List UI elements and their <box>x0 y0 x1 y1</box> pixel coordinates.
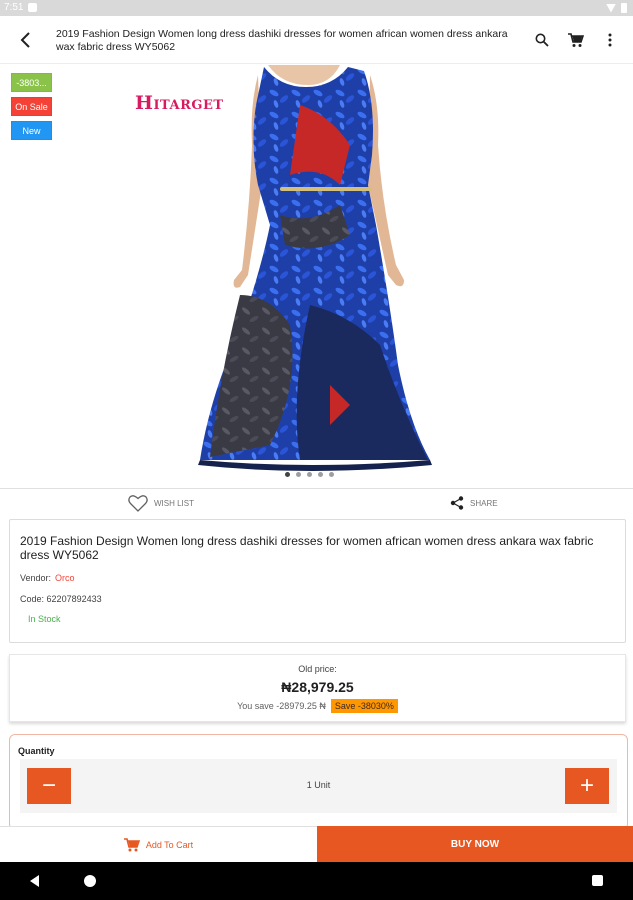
discount-badge: -3803... <box>11 73 52 92</box>
notification-icon <box>28 3 37 12</box>
new-badge: New <box>11 121 52 140</box>
add-to-cart-button[interactable]: Add To Cart <box>0 826 317 862</box>
product-actions: WISH LIST SHARE <box>0 488 633 520</box>
increase-quantity-button[interactable]: + <box>565 768 609 804</box>
pager-dot[interactable] <box>307 472 312 477</box>
code-value: 62207892433 <box>46 594 102 604</box>
code-label: Code: <box>20 594 45 604</box>
you-save-text: You save -28979.25 ₦ <box>237 701 326 711</box>
status-time: 7:51 <box>4 2 24 13</box>
stock-status: In Stock <box>28 614 61 624</box>
old-price-label: Old price: <box>298 664 337 674</box>
system-nav-bar <box>0 862 633 900</box>
pager-dot[interactable] <box>329 472 334 477</box>
system-icons <box>606 3 627 13</box>
savings-line: You save -28979.25 ₦ Save -38030% <box>10 699 625 713</box>
share-icon <box>450 496 464 510</box>
on-sale-badge: On Sale <box>11 97 52 116</box>
share-button[interactable]: SHARE <box>450 496 498 510</box>
current-price: ₦28,979.25 <box>281 679 354 695</box>
code-line: Code: 62207892433 <box>20 594 102 604</box>
page-title: 2019 Fashion Design Women long dress das… <box>56 28 508 53</box>
search-button[interactable] <box>530 28 554 52</box>
product-image-carousel[interactable]: -3803... On Sale New Hitarget <box>0 65 633 485</box>
image-pager[interactable] <box>285 472 334 477</box>
nav-home-icon[interactable] <box>84 875 96 887</box>
quantity-value: 1 Unit <box>306 780 331 790</box>
wifi-icon <box>606 3 616 13</box>
share-label: SHARE <box>470 498 498 508</box>
cart-icon <box>123 837 140 851</box>
status-bar: 7:51 <box>0 0 633 16</box>
vendor-label: Vendor: <box>20 573 52 583</box>
pager-dot[interactable] <box>318 472 323 477</box>
plus-icon: + <box>579 772 594 799</box>
pager-dot[interactable] <box>296 472 301 477</box>
cart-button[interactable] <box>564 28 588 52</box>
quantity-stepper: − 1 Unit + <box>20 759 617 813</box>
nav-recents-icon[interactable] <box>592 875 603 886</box>
back-button[interactable] <box>12 26 40 54</box>
back-arrow-icon <box>20 32 30 48</box>
nav-back-icon[interactable] <box>30 875 39 887</box>
price-card: Old price: ₦28,979.25 You save -28979.25… <box>9 654 626 722</box>
more-vert-icon <box>608 33 612 47</box>
quantity-label: Quantity <box>18 746 55 756</box>
product-photo <box>198 65 432 471</box>
cart-icon <box>568 32 584 47</box>
pager-dot[interactable] <box>285 472 290 477</box>
wish-list-label: WISH LIST <box>154 498 195 508</box>
app-bar: 2019 Fashion Design Women long dress das… <box>0 16 633 64</box>
product-info-card: 2019 Fashion Design Women long dress das… <box>9 519 626 643</box>
product-title: 2019 Fashion Design Women long dress das… <box>20 534 594 562</box>
add-to-cart-label: Add To Cart <box>145 839 194 850</box>
wish-list-button[interactable]: WISH LIST <box>128 494 194 512</box>
vendor-line: Vendor: Orco <box>20 573 75 583</box>
bottom-action-bar: Add To Cart BUY NOW <box>0 826 633 862</box>
more-options-button[interactable] <box>598 28 622 52</box>
save-percent-badge: Save -38030% <box>330 699 398 713</box>
buy-now-button[interactable]: BUY NOW <box>317 826 633 862</box>
quantity-card: Quantity − 1 Unit + <box>9 734 628 830</box>
heart-icon <box>128 495 148 512</box>
search-icon <box>535 33 549 47</box>
battery-icon <box>621 3 627 13</box>
vendor-link[interactable]: Orco <box>55 573 75 583</box>
notification-icons <box>28 3 37 12</box>
